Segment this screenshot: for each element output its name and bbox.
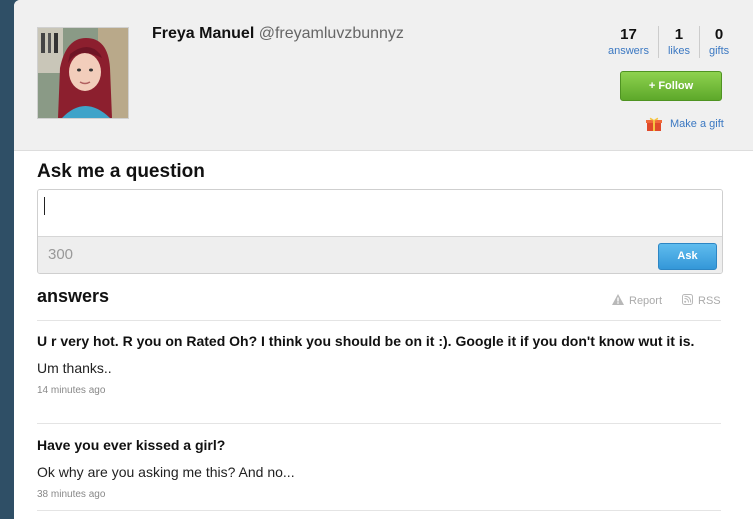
stat-likes-label: likes [667,45,690,57]
report-label: Report [629,295,663,307]
rss-icon [682,294,693,308]
answer-text: Ok why are you asking me this? And no... [37,464,295,480]
stat-answers-count: 17 [620,26,637,43]
stat-likes-count: 1 [674,26,684,43]
avatar[interactable] [37,27,129,119]
make-gift-label: Make a gift [670,118,724,130]
text-caret [44,197,45,215]
profile-name-line: Freya Manuel @freyamluvzbunnyz [152,25,404,43]
make-gift-link[interactable]: Make a gift [646,116,724,132]
answer-text: Um thanks.. [37,360,112,376]
profile-card: Freya Manuel @freyamluvzbunnyz 17 answer… [14,0,753,519]
question-text[interactable]: U r very hot. R you on Rated Oh? I think… [37,332,697,350]
rss-label: RSS [698,295,721,307]
stat-gifts-label: gifts [708,45,730,57]
report-link[interactable]: Report [612,294,662,308]
gift-icon [646,116,662,132]
answer-item: Have you ever kissed a girl? Ok why are … [37,436,697,500]
answer-time[interactable]: 38 minutes ago [37,489,697,500]
ask-title: Ask me a question [37,161,205,182]
ask-box: 300 Ask [37,189,723,274]
follow-button[interactable]: + Follow [620,71,722,101]
question-input[interactable] [38,190,722,236]
divider [37,320,721,321]
char-count: 300 [48,246,74,263]
ask-button[interactable]: Ask [658,243,717,270]
stat-gifts[interactable]: 0 gifts [698,26,738,58]
question-text[interactable]: Have you ever kissed a girl? [37,436,697,454]
answer-time[interactable]: 14 minutes ago [37,385,697,396]
rss-link[interactable]: RSS [682,294,721,308]
stat-answers[interactable]: 17 answers [604,26,658,58]
divider [37,510,721,511]
stat-likes[interactable]: 1 likes [657,26,699,58]
stat-gifts-count: 0 [714,26,724,43]
stat-answers-label: answers [608,45,649,57]
answers-heading: answers [37,286,110,306]
divider [37,423,721,424]
warning-icon [612,294,624,308]
avatar-photo [38,28,128,118]
profile-header: Freya Manuel @freyamluvzbunnyz 17 answer… [14,0,753,151]
ask-footer: 300 Ask [38,236,722,273]
profile-stats: 17 answers 1 likes 0 gifts [604,26,738,58]
profile-username: @freyamluvzbunnyz [258,25,404,42]
profile-name[interactable]: Freya Manuel [152,25,254,42]
answer-item: U r very hot. R you on Rated Oh? I think… [37,332,697,396]
